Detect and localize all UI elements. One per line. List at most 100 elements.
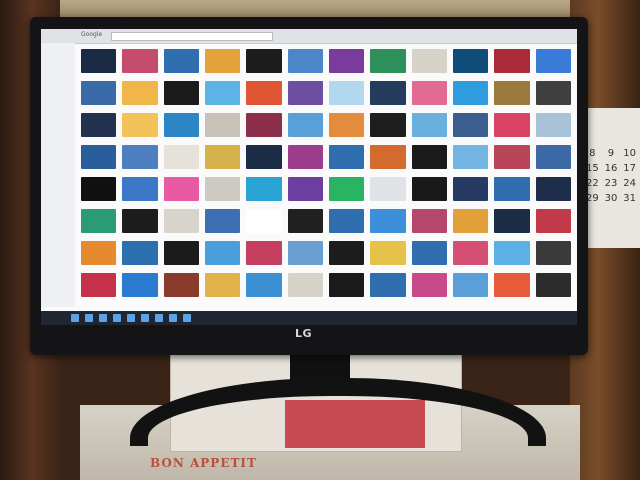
image-result-thumbnail[interactable] bbox=[535, 113, 571, 137]
taskbar-app-icon[interactable] bbox=[141, 314, 149, 322]
image-result-thumbnail[interactable] bbox=[535, 241, 571, 265]
taskbar-app-icon[interactable] bbox=[71, 314, 79, 322]
taskbar-app-icon[interactable] bbox=[85, 314, 93, 322]
image-result-thumbnail[interactable] bbox=[452, 241, 489, 265]
image-result-thumbnail[interactable] bbox=[122, 81, 158, 105]
image-result-thumbnail[interactable] bbox=[535, 145, 571, 169]
image-result-thumbnail[interactable] bbox=[287, 113, 323, 137]
image-result-thumbnail[interactable] bbox=[246, 49, 282, 73]
image-result-thumbnail[interactable] bbox=[370, 81, 406, 105]
image-result-thumbnail[interactable] bbox=[328, 145, 365, 169]
image-result-thumbnail[interactable] bbox=[494, 145, 530, 169]
image-result-thumbnail[interactable] bbox=[411, 241, 447, 265]
image-result-thumbnail[interactable] bbox=[452, 145, 489, 169]
taskbar-app-icon[interactable] bbox=[113, 314, 121, 322]
image-result-thumbnail[interactable] bbox=[287, 49, 323, 73]
image-result-thumbnail[interactable] bbox=[204, 49, 241, 73]
image-result-thumbnail[interactable] bbox=[81, 241, 117, 265]
image-result-thumbnail[interactable] bbox=[163, 49, 199, 73]
image-result-thumbnail[interactable] bbox=[287, 177, 323, 201]
image-result-thumbnail[interactable] bbox=[81, 177, 117, 201]
image-result-thumbnail[interactable] bbox=[204, 241, 241, 265]
image-result-thumbnail[interactable] bbox=[535, 209, 571, 233]
image-result-thumbnail[interactable] bbox=[81, 145, 117, 169]
image-result-thumbnail[interactable] bbox=[535, 81, 571, 105]
image-result-thumbnail[interactable] bbox=[204, 177, 241, 201]
image-result-thumbnail[interactable] bbox=[246, 113, 282, 137]
image-result-thumbnail[interactable] bbox=[328, 241, 365, 265]
image-result-thumbnail[interactable] bbox=[287, 241, 323, 265]
image-result-thumbnail[interactable] bbox=[287, 273, 323, 297]
image-result-thumbnail[interactable] bbox=[411, 113, 447, 137]
image-result-thumbnail[interactable] bbox=[370, 145, 406, 169]
image-result-thumbnail[interactable] bbox=[163, 145, 199, 169]
image-result-thumbnail[interactable] bbox=[370, 49, 406, 73]
image-result-thumbnail[interactable] bbox=[122, 145, 158, 169]
taskbar-app-icon[interactable] bbox=[99, 314, 107, 322]
image-result-thumbnail[interactable] bbox=[452, 113, 489, 137]
image-result-thumbnail[interactable] bbox=[452, 49, 489, 73]
image-result-thumbnail[interactable] bbox=[328, 209, 365, 233]
taskbar-app-icon[interactable] bbox=[155, 314, 163, 322]
image-result-thumbnail[interactable] bbox=[81, 113, 117, 137]
image-result-thumbnail[interactable] bbox=[122, 241, 158, 265]
image-result-thumbnail[interactable] bbox=[246, 145, 282, 169]
image-result-thumbnail[interactable] bbox=[535, 49, 571, 73]
image-result-thumbnail[interactable] bbox=[246, 273, 282, 297]
image-result-thumbnail[interactable] bbox=[328, 177, 365, 201]
image-result-thumbnail[interactable] bbox=[287, 81, 323, 105]
image-result-thumbnail[interactable] bbox=[163, 113, 199, 137]
image-result-thumbnail[interactable] bbox=[122, 273, 158, 297]
image-result-thumbnail[interactable] bbox=[494, 241, 530, 265]
image-result-thumbnail[interactable] bbox=[411, 49, 447, 73]
taskbar-app-icon[interactable] bbox=[183, 314, 191, 322]
image-result-thumbnail[interactable] bbox=[163, 273, 199, 297]
image-result-thumbnail[interactable] bbox=[411, 81, 447, 105]
image-result-thumbnail[interactable] bbox=[411, 177, 447, 201]
image-result-thumbnail[interactable] bbox=[452, 177, 489, 201]
taskbar-app-icon[interactable] bbox=[169, 314, 177, 322]
image-result-thumbnail[interactable] bbox=[494, 113, 530, 137]
image-result-thumbnail[interactable] bbox=[328, 81, 365, 105]
image-result-thumbnail[interactable] bbox=[246, 209, 282, 233]
image-result-thumbnail[interactable] bbox=[452, 209, 489, 233]
image-result-thumbnail[interactable] bbox=[287, 209, 323, 233]
image-result-thumbnail[interactable] bbox=[494, 273, 530, 297]
image-result-thumbnail[interactable] bbox=[204, 273, 241, 297]
image-result-thumbnail[interactable] bbox=[163, 81, 199, 105]
image-result-thumbnail[interactable] bbox=[204, 145, 241, 169]
image-result-thumbnail[interactable] bbox=[122, 113, 158, 137]
image-result-thumbnail[interactable] bbox=[494, 81, 530, 105]
image-result-thumbnail[interactable] bbox=[204, 81, 241, 105]
image-result-thumbnail[interactable] bbox=[81, 273, 117, 297]
image-result-thumbnail[interactable] bbox=[535, 273, 571, 297]
image-result-thumbnail[interactable] bbox=[535, 177, 571, 201]
image-result-thumbnail[interactable] bbox=[246, 241, 282, 265]
image-result-thumbnail[interactable] bbox=[370, 113, 406, 137]
image-result-thumbnail[interactable] bbox=[328, 113, 365, 137]
image-result-thumbnail[interactable] bbox=[494, 177, 530, 201]
image-result-thumbnail[interactable] bbox=[81, 209, 117, 233]
image-result-thumbnail[interactable] bbox=[328, 49, 365, 73]
search-input[interactable] bbox=[111, 32, 273, 41]
image-result-thumbnail[interactable] bbox=[246, 81, 282, 105]
image-result-thumbnail[interactable] bbox=[328, 273, 365, 297]
image-result-thumbnail[interactable] bbox=[370, 177, 406, 201]
image-result-thumbnail[interactable] bbox=[204, 209, 241, 233]
image-result-thumbnail[interactable] bbox=[494, 209, 530, 233]
image-result-thumbnail[interactable] bbox=[122, 209, 158, 233]
taskbar-app-icon[interactable] bbox=[127, 314, 135, 322]
image-result-thumbnail[interactable] bbox=[411, 273, 447, 297]
image-result-thumbnail[interactable] bbox=[494, 49, 530, 73]
image-result-thumbnail[interactable] bbox=[287, 145, 323, 169]
image-result-thumbnail[interactable] bbox=[81, 49, 117, 73]
image-result-thumbnail[interactable] bbox=[411, 209, 447, 233]
image-result-thumbnail[interactable] bbox=[122, 49, 158, 73]
image-result-thumbnail[interactable] bbox=[370, 273, 406, 297]
image-result-thumbnail[interactable] bbox=[370, 209, 406, 233]
image-result-thumbnail[interactable] bbox=[452, 273, 489, 297]
image-result-thumbnail[interactable] bbox=[163, 177, 199, 201]
image-result-thumbnail[interactable] bbox=[122, 177, 158, 201]
image-result-thumbnail[interactable] bbox=[163, 241, 199, 265]
image-result-thumbnail[interactable] bbox=[163, 209, 199, 233]
